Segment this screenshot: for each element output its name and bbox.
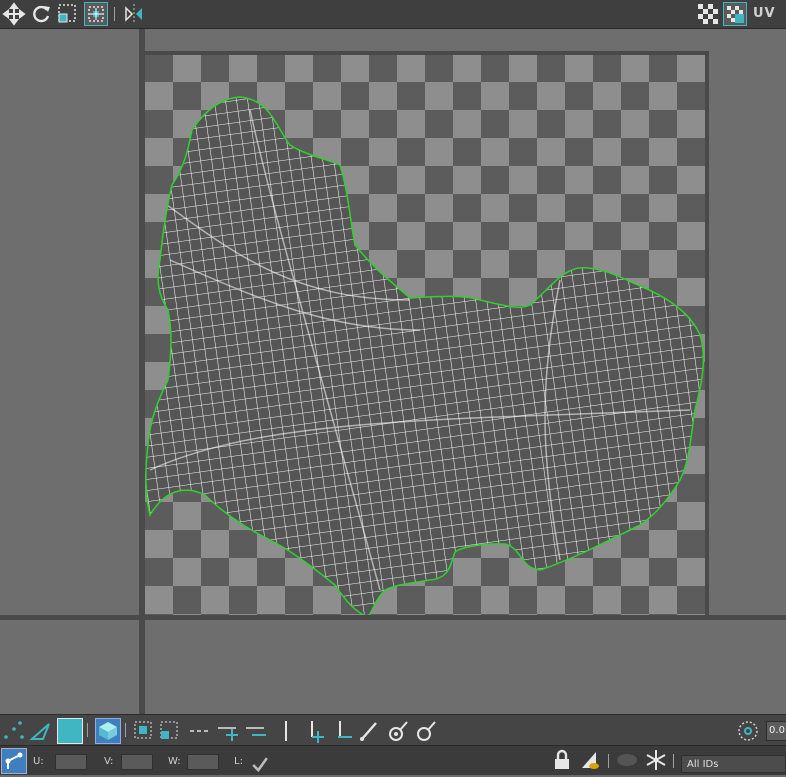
uv-tile-right-border — [705, 51, 709, 617]
toolbar-separator — [125, 723, 126, 737]
visibility-icon[interactable] — [578, 748, 602, 772]
w-field[interactable] — [187, 754, 219, 770]
selection-toolbar: 0.0 — [0, 714, 786, 745]
paint-grow-icon[interactable] — [386, 719, 410, 743]
paint-select-icon[interactable] — [358, 719, 382, 743]
grow-selection-icon[interactable] — [132, 719, 156, 743]
edge-loop-icon[interactable] — [274, 719, 298, 743]
edge-mode-icon[interactable] — [29, 719, 53, 743]
l-label: L: — [234, 756, 243, 767]
vertex-mode-icon[interactable] — [2, 719, 26, 743]
soft-select-icon[interactable] — [736, 719, 760, 743]
loop-select-icon[interactable] — [188, 719, 212, 743]
element-mode-icon[interactable] — [95, 718, 121, 744]
lock-checkbox-icon[interactable] — [248, 753, 268, 773]
loop-shrink-icon[interactable] — [332, 719, 356, 743]
material-id-select[interactable]: All IDs — [681, 755, 786, 773]
top-toolbar: UV — [0, 0, 786, 29]
toolbar-separator — [608, 754, 609, 768]
u-field[interactable] — [55, 754, 87, 770]
uv-canvas[interactable] — [0, 29, 786, 714]
move-icon[interactable] — [2, 2, 26, 26]
v-field[interactable] — [121, 754, 153, 770]
freeze-icon[interactable] — [644, 748, 668, 772]
freeform-icon[interactable] — [84, 2, 108, 26]
uv-axis-horizontal — [0, 615, 786, 620]
u-label: U: — [33, 756, 44, 767]
checker-icon[interactable] — [696, 2, 720, 26]
hide-icon[interactable] — [615, 748, 639, 772]
texture-icon[interactable] — [723, 2, 747, 26]
toolbar-separator — [114, 7, 115, 21]
paint-shrink-icon[interactable] — [414, 719, 438, 743]
rotate-icon[interactable] — [29, 2, 53, 26]
face-mode-icon[interactable] — [57, 718, 83, 744]
uv-viewport[interactable]: W — [0, 29, 786, 742]
uv-axis-vertical — [139, 29, 145, 714]
loop-grow-icon[interactable] — [304, 719, 328, 743]
toolbar-separator — [673, 754, 674, 768]
v-label: V: — [104, 756, 114, 767]
mirror-icon[interactable] — [122, 2, 146, 26]
scale-icon[interactable] — [56, 2, 80, 26]
ring-shrink-icon[interactable] — [244, 719, 268, 743]
lock-icon[interactable] — [550, 748, 574, 772]
transform-mode-icon[interactable] — [1, 748, 27, 774]
toolbar-separator — [87, 723, 88, 737]
soft-select-value[interactable]: 0.0 — [766, 721, 786, 741]
uv-label: UV — [753, 6, 776, 21]
ring-grow-icon[interactable] — [216, 719, 240, 743]
status-bar: U: V: W: L: All IDs — [0, 745, 786, 775]
shrink-selection-icon[interactable] — [158, 719, 182, 743]
uv-tile-top-border — [145, 51, 709, 55]
w-label: W: — [168, 756, 181, 767]
